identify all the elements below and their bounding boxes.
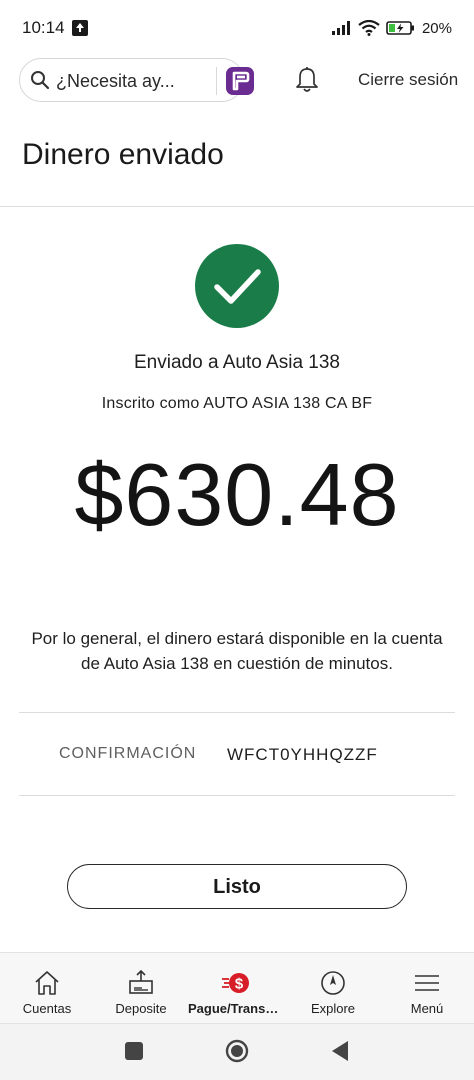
upload-notification-icon	[72, 20, 88, 36]
header-divider	[0, 206, 474, 207]
nav-item-cuentas[interactable]: Cuentas	[0, 953, 94, 1025]
android-system-nav	[0, 1024, 474, 1080]
deposit-icon	[129, 969, 153, 994]
confirmation-top-divider	[19, 712, 455, 713]
sent-amount: $630.48	[74, 445, 400, 544]
pay-transfer-icon: $	[222, 973, 249, 993]
signout-link[interactable]: Cierre sesión	[358, 70, 458, 90]
home-button-icon[interactable]	[225, 1039, 249, 1063]
nav-label: Pague/Transfi...	[188, 1001, 282, 1016]
enrolled-as-text: Inscrito como AUTO ASIA 138 CA BF	[101, 395, 373, 412]
bottom-nav: Cuentas Deposite $ Pague/Transfi... Expl…	[0, 952, 474, 1024]
availability-note: Por lo general, el dinero estará disponi…	[31, 629, 443, 673]
status-time: 10:14	[22, 18, 65, 37]
status-indicators: 20%	[331, 18, 452, 38]
hamburger-menu-icon	[415, 975, 439, 991]
page-title: Dinero enviado	[22, 138, 224, 171]
back-triangle-icon[interactable]	[330, 1039, 350, 1063]
nav-item-deposite[interactable]: Deposite	[94, 953, 188, 1025]
signal-icon	[331, 21, 350, 35]
fargo-assistant-icon[interactable]	[226, 67, 254, 95]
sent-to-text: Enviado a Auto Asia 138	[134, 352, 340, 373]
status-bar: 10:14 20%	[0, 0, 474, 56]
notifications-bell-icon[interactable]	[294, 66, 320, 94]
nav-label: Deposite	[115, 1001, 167, 1016]
search-divider	[216, 67, 217, 95]
confirmation-bottom-divider	[19, 795, 455, 796]
recents-icon[interactable]	[125, 1042, 143, 1060]
success-check-icon	[195, 244, 279, 328]
search-icon	[31, 71, 50, 90]
nav-item-explore[interactable]: Explore	[286, 953, 380, 1025]
home-icon	[35, 971, 59, 995]
search-assistant-field[interactable]: ¿Necesita ay...	[19, 58, 254, 102]
done-button[interactable]: Listo	[67, 864, 407, 909]
nav-label: Explore	[310, 1001, 356, 1016]
battery-percentage: 20%	[421, 19, 452, 37]
search-placeholder: ¿Necesita ay...	[56, 71, 175, 91]
battery-icon	[386, 21, 414, 35]
confirmation-number: WFCT0YHHQZZF	[227, 745, 378, 764]
confirmation-label: CONFIRMACIÓN	[59, 745, 197, 762]
nav-label: Cuentas	[22, 1001, 72, 1016]
wifi-icon	[358, 20, 380, 36]
svg-text:$: $	[235, 976, 244, 993]
nav-item-pague-transfiera[interactable]: $ Pague/Transfi...	[188, 953, 282, 1025]
compass-icon	[321, 971, 345, 995]
nav-item-menu[interactable]: Menú	[380, 953, 474, 1025]
nav-label: Menú	[410, 1001, 444, 1016]
